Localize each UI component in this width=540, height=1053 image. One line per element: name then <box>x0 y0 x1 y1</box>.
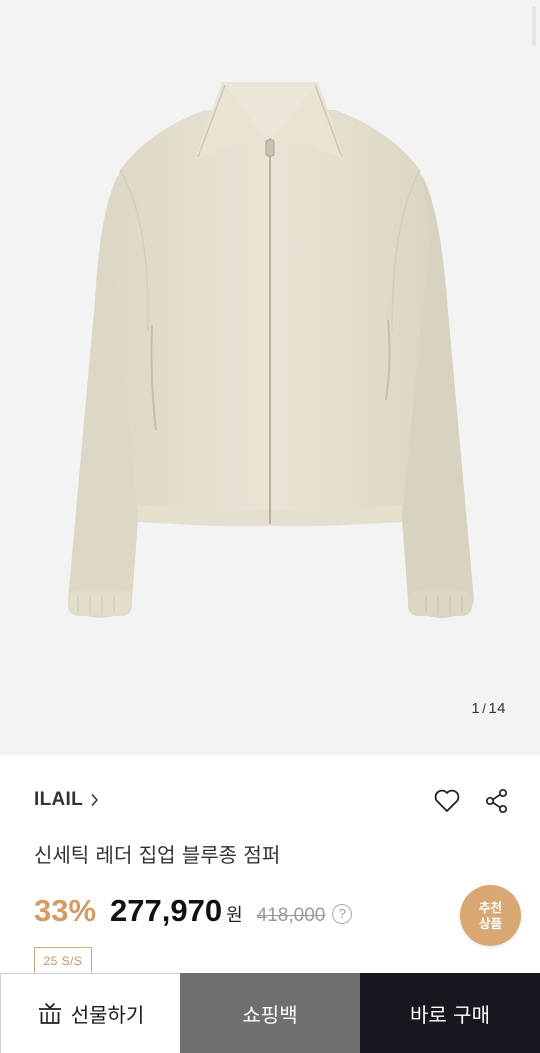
image-counter: 1/14 <box>471 700 506 717</box>
price-row: 33% 277,970 원 418,000 ? <box>34 893 353 929</box>
season-badge: 25 S/S <box>34 947 92 974</box>
sale-price: 277,970 <box>110 893 223 928</box>
wishlist-button[interactable] <box>432 786 462 816</box>
gift-button[interactable]: 선물하기 <box>0 973 180 1053</box>
product-image-gallery[interactable]: 1/14 <box>0 0 540 755</box>
image-counter-total: 14 <box>488 700 506 717</box>
share-button[interactable] <box>482 786 512 816</box>
discount-rate: 33% <box>34 893 97 928</box>
shopping-bag-label: 쇼핑백 <box>242 1002 298 1027</box>
bottom-action-bar: 선물하기 쇼핑백 바로 구매 <box>0 973 540 1053</box>
buy-now-button[interactable]: 바로 구매 <box>360 973 540 1053</box>
product-image <box>68 82 474 618</box>
price-help-icon[interactable]: ? <box>332 903 353 924</box>
share-icon <box>485 788 508 814</box>
brand-link[interactable]: ILAIL <box>34 789 99 811</box>
recommended-products-button[interactable]: 추천 상품 <box>460 885 521 946</box>
brand-name: ILAIL <box>34 789 83 810</box>
currency-unit: 원 <box>226 905 243 926</box>
scrollbar-thumb[interactable] <box>532 6 536 46</box>
buy-now-label: 바로 구매 <box>410 1002 490 1027</box>
image-counter-current: 1 <box>471 700 481 717</box>
product-info: ILAIL 신세틱 레더 집업 블루종 점퍼 33% 277,970 원 418… <box>0 755 540 975</box>
chevron-right-icon <box>91 794 98 806</box>
shopping-bag-button[interactable]: 쇼핑백 <box>180 973 360 1053</box>
product-title: 신세틱 레더 집업 블루종 점퍼 <box>34 843 281 867</box>
image-counter-separator: / <box>482 701 487 716</box>
original-price: 418,000 <box>256 905 326 926</box>
recommended-label-line2: 상품 <box>478 915 502 931</box>
gift-button-label: 선물하기 <box>70 1003 145 1027</box>
recommended-label-line1: 추천 <box>478 899 502 915</box>
gift-icon <box>38 1002 61 1024</box>
heart-icon <box>434 789 460 812</box>
